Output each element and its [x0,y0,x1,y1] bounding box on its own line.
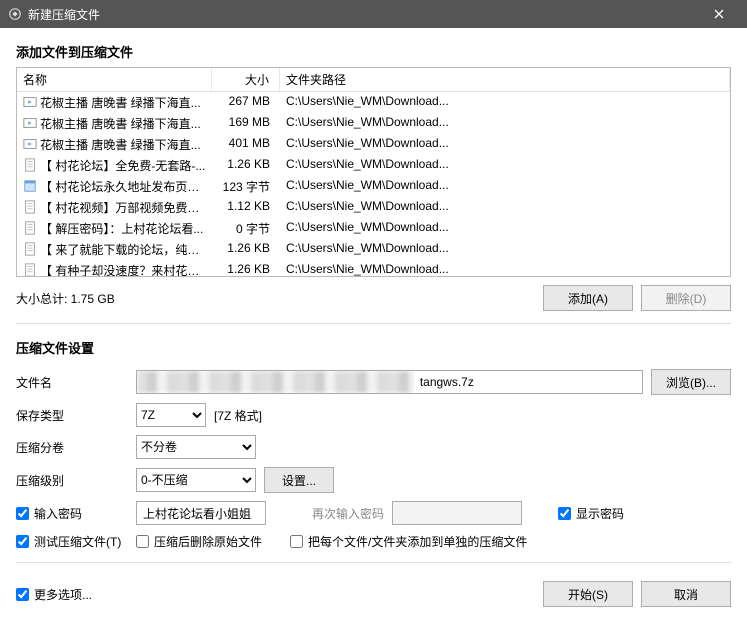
col-header-name[interactable]: 名称 [17,68,212,91]
test-archive-label: 测试压缩文件(T) [34,533,121,550]
filename-input[interactable]: tangws.7z [136,370,643,394]
file-size: 169 MB [212,113,280,134]
total-size-label: 大小总计: 1.75 GB [16,290,535,307]
show-password-label: 显示密码 [576,505,624,522]
file-path: C:\Users\Nie_WM\Download... [280,176,730,197]
file-size: 401 MB [212,134,280,155]
file-name: 【 来了就能下载的论坛，纯免... [40,243,209,257]
file-path: C:\Users\Nie_WM\Download... [280,239,730,260]
file-size: 1.26 KB [212,260,280,276]
show-password-checkbox[interactable] [558,507,571,520]
split-label: 压缩分卷 [16,439,136,456]
file-path: C:\Users\Nie_WM\Download... [280,155,730,176]
level-label: 压缩级别 [16,472,136,489]
delete-after-row[interactable]: 压缩后删除原始文件 [136,533,262,550]
password-checkbox-row[interactable]: 输入密码 [16,505,136,522]
filename-redacted [137,371,420,393]
file-size: 267 MB [212,92,280,113]
save-type-hint: [7Z 格式] [214,407,262,424]
table-row[interactable]: 花椒主播 唐晚書 绿播下海直... 401 MBC:\Users\Nie_WM\D… [17,134,730,155]
password-repeat-input [392,501,522,525]
divider [16,323,731,324]
table-row[interactable]: 【 村花论坛】全免费-无套路-... 1.26 KBC:\Users\Nie_WM… [17,155,730,176]
file-path: C:\Users\Nie_WM\Download... [280,260,730,276]
file-path: C:\Users\Nie_WM\Download... [280,134,730,155]
video-file-icon [23,116,37,130]
file-name: 花椒主播 唐晚書 绿播下海直... [40,96,201,110]
file-name: 花椒主播 唐晚書 绿播下海直... [40,117,201,131]
show-password-row[interactable]: 显示密码 [558,505,624,522]
each-separate-checkbox[interactable] [290,535,303,548]
file-list-header[interactable]: 名称 大小 文件夹路径 [17,68,730,92]
window-title: 新建压缩文件 [28,6,699,23]
add-section-heading: 添加文件到压缩文件 [16,42,731,61]
table-row[interactable]: 花椒主播 唐晚書 绿播下海直... 267 MBC:\Users\Nie_WM\D… [17,92,730,113]
delete-after-checkbox[interactable] [136,535,149,548]
file-name: 【 村花视频】万部视频免费在... [40,201,209,215]
file-path: C:\Users\Nie_WM\Download... [280,197,730,218]
settings-heading: 压缩文件设置 [16,338,731,357]
split-select[interactable]: 不分卷 [136,435,256,459]
delete-after-label: 压缩后删除原始文件 [154,533,262,550]
remove-button[interactable]: 删除(D) [641,285,731,311]
add-button[interactable]: 添加(A) [543,285,633,311]
divider [16,562,731,563]
table-row[interactable]: 【 来了就能下载的论坛，纯免...1.26 KBC:\Users\Nie_WM\… [17,239,730,260]
test-archive-checkbox[interactable] [16,535,29,548]
save-type-select[interactable]: 7Z [136,403,206,427]
filename-visible-part: tangws.7z [414,371,636,393]
file-path: C:\Users\Nie_WM\Download... [280,113,730,134]
filename-label: 文件名 [16,374,136,391]
file-size: 1.26 KB [212,155,280,176]
close-icon [714,9,724,19]
file-size: 0 字节 [212,218,280,239]
file-name: 【 有种子却没速度？来村花论... [40,264,209,276]
table-row[interactable]: 【 解压密码】：上村花论坛看... 0 字节C:\Users\Nie_WM\Dow… [17,218,730,239]
app-file-icon [23,179,37,193]
app-icon [8,7,22,21]
text-file-icon [23,263,37,276]
table-row[interactable]: 花椒主播 唐晚書 绿播下海直... 169 MBC:\Users\Nie_WM\D… [17,113,730,134]
col-header-path[interactable]: 文件夹路径 [280,68,730,91]
file-size: 1.12 KB [212,197,280,218]
each-separate-row[interactable]: 把每个文件/文件夹添加到单独的压缩文件 [290,533,527,550]
file-path: C:\Users\Nie_WM\Download... [280,92,730,113]
cancel-button[interactable]: 取消 [641,581,731,607]
text-file-icon [23,221,37,235]
video-file-icon [23,137,37,151]
text-file-icon [23,158,37,172]
more-options-checkbox[interactable] [16,588,29,601]
start-button[interactable]: 开始(S) [543,581,633,607]
each-separate-label: 把每个文件/文件夹添加到单独的压缩文件 [308,533,527,550]
password-checkbox[interactable] [16,507,29,520]
file-path: C:\Users\Nie_WM\Download... [280,218,730,239]
level-settings-button[interactable]: 设置... [264,467,334,493]
file-list: 名称 大小 文件夹路径 花椒主播 唐晚書 绿播下海直...267 MBC:\Us… [16,67,731,277]
file-name: 【 村花论坛】全免费-无套路-... [40,159,205,173]
file-name: 【 村花论坛永久地址发布页】... [40,180,209,194]
file-name: 【 解压密码】：上村花论坛看... [40,222,203,236]
file-list-body[interactable]: 花椒主播 唐晚書 绿播下海直...267 MBC:\Users\Nie_WM\D… [17,92,730,276]
password-input[interactable] [136,501,266,525]
titlebar: 新建压缩文件 [0,0,747,28]
file-name: 花椒主播 唐晚書 绿播下海直... [40,138,201,152]
save-type-label: 保存类型 [16,407,136,424]
test-archive-row[interactable]: 测试压缩文件(T) [16,533,136,550]
close-button[interactable] [699,0,739,28]
table-row[interactable]: 【 有种子却没速度？来村花论...1.26 KBC:\Users\Nie_WM\… [17,260,730,276]
file-size: 1.26 KB [212,239,280,260]
table-row[interactable]: 【 村花视频】万部视频免费在...1.12 KBC:\Users\Nie_WM\… [17,197,730,218]
col-header-size[interactable]: 大小 [212,68,280,91]
level-select[interactable]: 0-不压缩 [136,468,256,492]
password-checkbox-label: 输入密码 [34,505,82,522]
table-row[interactable]: 【 村花论坛永久地址发布页】...123 字节C:\Users\Nie_WM\D… [17,176,730,197]
password-repeat-label: 再次输入密码 [312,505,384,522]
file-size: 123 字节 [212,176,280,197]
text-file-icon [23,242,37,256]
video-file-icon [23,95,37,109]
text-file-icon [23,200,37,214]
browse-button[interactable]: 浏览(B)... [651,369,731,395]
